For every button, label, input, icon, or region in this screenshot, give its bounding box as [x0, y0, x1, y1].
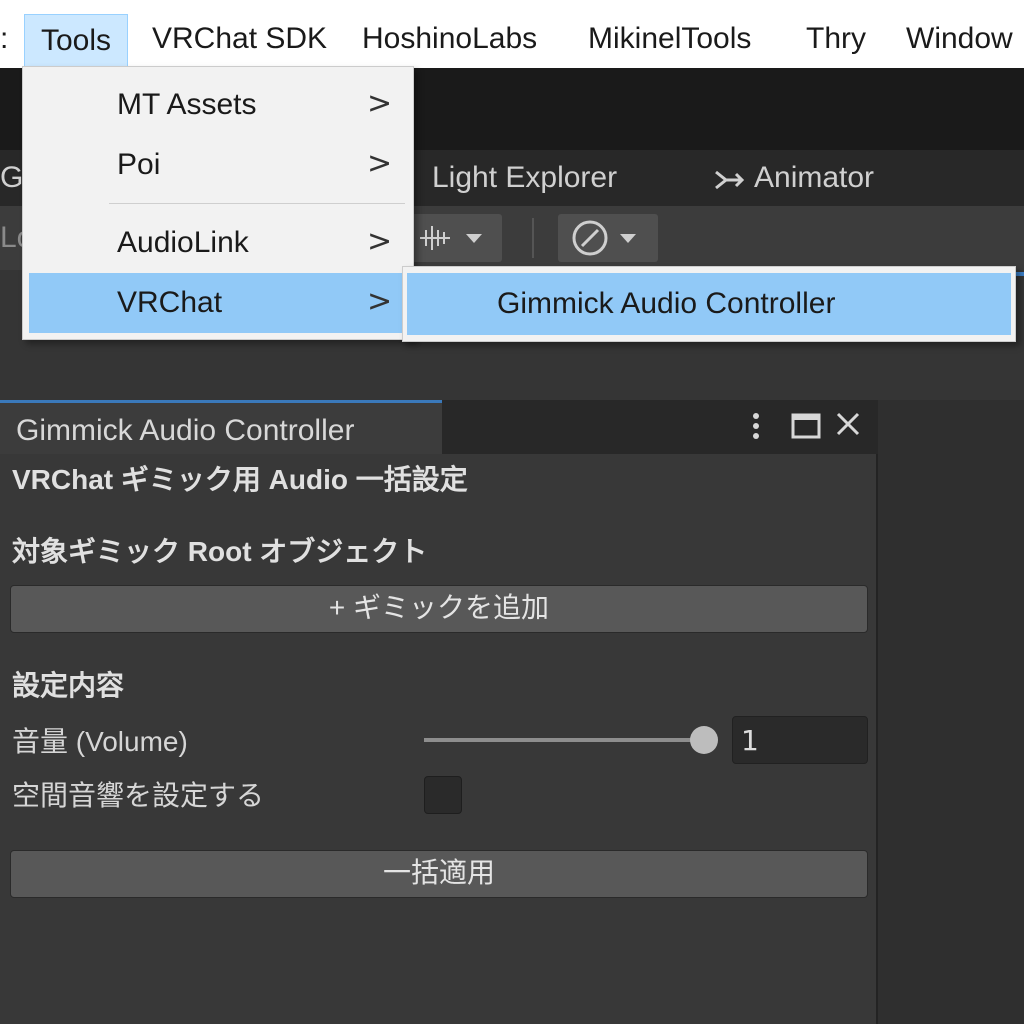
menu-item-label: Poi: [117, 148, 161, 181]
menu-item-label: VRChat: [117, 286, 223, 319]
menu-item-label: AudioLink: [117, 226, 249, 259]
menubar: : Tools VRChat SDK HoshinoLabs MikinelTo…: [0, 0, 1024, 70]
maximize-icon[interactable]: [788, 404, 824, 448]
volume-input[interactable]: 1: [732, 716, 868, 764]
volume-value: 1: [741, 724, 759, 757]
menubar-item-mikineltools[interactable]: MikinelTools: [588, 14, 751, 64]
tab-light-explorer[interactable]: Light Explorer: [432, 150, 617, 206]
chevron-right-icon: >: [367, 224, 393, 259]
menu-item-label: MT Assets: [117, 88, 257, 121]
menu-item-mt-assets[interactable]: MT Assets >: [29, 75, 407, 135]
volume-slider-fill: [424, 738, 704, 742]
toolbar-divider: [532, 218, 534, 258]
menubar-item-hoshinolabs[interactable]: HoshinoLabs: [362, 14, 537, 64]
root-section-label: 対象ギミック Root オブジェクト: [12, 536, 428, 567]
vrchat-submenu: Gimmick Audio Controller: [402, 266, 1016, 342]
gizmo-icon: [572, 220, 636, 256]
gizmo-dropdown-button[interactable]: [558, 214, 658, 262]
chevron-right-icon: >: [367, 146, 393, 181]
tools-menu: MT Assets > Poi > AudioLink > VRChat >: [22, 66, 414, 340]
menubar-item-partial[interactable]: :: [0, 14, 8, 64]
submenu-item-gimmick-audio-controller[interactable]: Gimmick Audio Controller: [407, 273, 1011, 335]
more-options-icon[interactable]: [742, 404, 770, 448]
close-icon[interactable]: [830, 404, 866, 448]
settings-section-label: 設定内容: [12, 670, 125, 701]
menubar-item-window[interactable]: Window: [906, 14, 1013, 64]
volume-slider-knob[interactable]: [690, 726, 718, 754]
apply-button[interactable]: 一括適用: [10, 850, 868, 898]
add-gimmick-button[interactable]: + ギミックを追加: [10, 585, 868, 633]
menubar-item-vrchat-sdk[interactable]: VRChat SDK: [152, 14, 327, 64]
menu-item-poi[interactable]: Poi >: [29, 135, 407, 195]
submenu-item-label: Gimmick Audio Controller: [497, 287, 836, 320]
menu-item-audiolink[interactable]: AudioLink >: [29, 213, 407, 273]
menu-item-vrchat[interactable]: VRChat >: [29, 273, 407, 333]
audio-dropdown-button[interactable]: [408, 214, 502, 262]
tab-animator[interactable]: Animator: [754, 150, 874, 206]
animator-icon: [712, 150, 746, 206]
window-tab[interactable]: Gimmick Audio Controller: [0, 400, 442, 454]
window-tab-title: Gimmick Audio Controller: [16, 414, 355, 447]
chevron-right-icon: >: [367, 86, 393, 121]
audio-waveform-icon: [420, 226, 482, 250]
scene-view-right: [878, 400, 1024, 1024]
spatial-label: 空間音響を設定する: [12, 780, 265, 811]
menu-separator: [109, 203, 405, 204]
menubar-item-thry[interactable]: Thry: [806, 14, 866, 64]
chevron-right-icon: >: [367, 284, 393, 319]
window-heading: VRChat ギミック用 Audio 一括設定: [12, 464, 468, 495]
spatial-checkbox[interactable]: [424, 776, 462, 814]
volume-label: 音量 (Volume): [12, 726, 188, 757]
menubar-item-tools[interactable]: Tools: [24, 14, 129, 70]
